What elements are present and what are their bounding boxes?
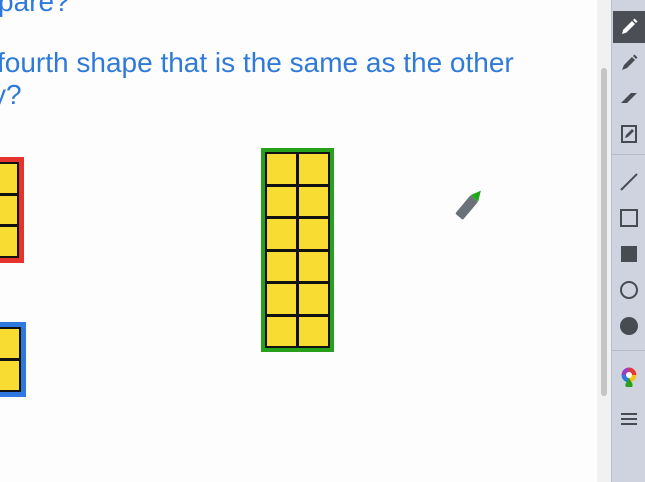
green-shape-cell xyxy=(299,251,328,281)
green-shape-cell xyxy=(267,251,296,281)
question-text-line-3: y? xyxy=(0,79,22,110)
toolbar-divider xyxy=(612,350,645,351)
circle-filled-icon xyxy=(620,317,638,335)
filled-rectangle-tool[interactable] xyxy=(613,238,645,270)
scrollbar-thumb[interactable] xyxy=(601,68,607,396)
blue-shape-cell xyxy=(0,361,19,390)
red-shape[interactable] xyxy=(0,157,24,263)
green-shape-cell xyxy=(299,284,328,314)
marker-icon xyxy=(622,54,638,70)
blue-shape-cell xyxy=(0,329,19,358)
green-shape[interactable] xyxy=(261,148,334,352)
vertical-scrollbar[interactable] xyxy=(597,0,611,482)
question-text-line-2: fourth shape that is the same as the oth… xyxy=(0,47,514,78)
green-shape-cell xyxy=(267,219,296,249)
eraser-tool[interactable] xyxy=(613,82,645,114)
red-shape-cell xyxy=(0,164,17,193)
marker-tool[interactable] xyxy=(613,47,645,79)
marker-cursor-icon xyxy=(455,190,481,220)
toolbar-divider xyxy=(612,154,645,155)
drawing-canvas[interactable]: pare? fourth shape that is the same as t… xyxy=(0,0,600,482)
line-icon xyxy=(620,173,638,191)
blue-shape-grid xyxy=(0,327,21,392)
rectangle-outline-icon xyxy=(620,209,638,227)
note-tool[interactable] xyxy=(613,118,645,150)
circle-outline-icon xyxy=(620,281,638,299)
menu-tool[interactable] xyxy=(613,403,645,435)
blue-shape[interactable] xyxy=(0,322,26,397)
color-palette-icon xyxy=(621,367,637,387)
green-shape-cell xyxy=(299,154,328,184)
rectangle-filled-icon xyxy=(621,246,637,262)
red-shape-grid xyxy=(0,162,19,258)
question-text-line-1: pare? xyxy=(0,0,70,17)
green-shape-cell xyxy=(267,316,296,346)
green-shape-grid xyxy=(265,152,330,348)
green-shape-cell xyxy=(267,284,296,314)
green-shape-cell xyxy=(267,154,296,184)
pen-tool[interactable] xyxy=(613,11,645,43)
eraser-icon xyxy=(621,93,637,103)
note-edit-icon xyxy=(621,125,637,143)
hamburger-menu-icon xyxy=(621,413,637,425)
pen-icon xyxy=(622,18,638,34)
red-shape-cell xyxy=(0,227,17,256)
filled-circle-tool[interactable] xyxy=(613,310,645,342)
circle-tool[interactable] xyxy=(613,274,645,306)
color-picker-tool[interactable] xyxy=(613,361,645,393)
green-shape-cell xyxy=(299,316,328,346)
drawing-toolbar xyxy=(611,0,645,482)
green-shape-cell xyxy=(299,186,328,216)
line-tool[interactable] xyxy=(613,166,645,198)
green-shape-cell xyxy=(299,219,328,249)
rectangle-tool[interactable] xyxy=(613,202,645,234)
green-shape-cell xyxy=(267,186,296,216)
red-shape-cell xyxy=(0,195,17,225)
